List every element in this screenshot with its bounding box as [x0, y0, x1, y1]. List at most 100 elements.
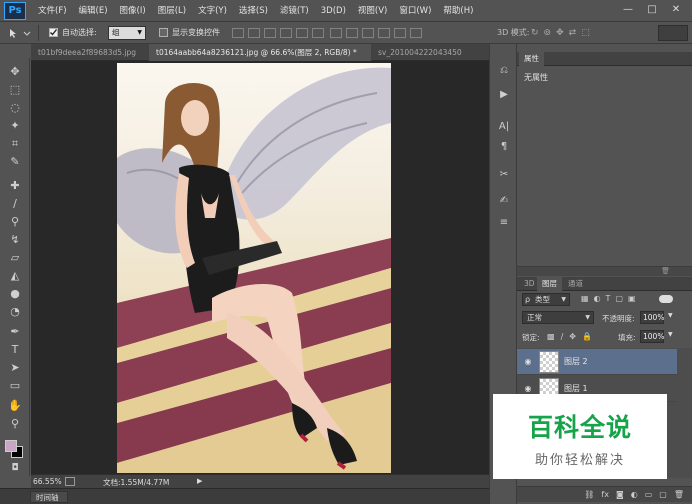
path-selection-icon[interactable]: ➤ — [7, 360, 23, 376]
magic-wand-icon[interactable]: ✦ — [7, 118, 23, 134]
distribute-hcenter-icon[interactable] — [394, 28, 406, 38]
healing-brush-icon[interactable]: ✚ — [7, 178, 23, 194]
menu-view[interactable]: 视图(V) — [352, 0, 393, 22]
menu-window[interactable]: 窗口(W) — [393, 0, 437, 22]
zoom-readout[interactable]: 66.55% — [33, 477, 62, 486]
align-top-icon[interactable] — [232, 28, 244, 38]
eraser-tool-icon[interactable]: ▱ — [7, 250, 23, 266]
link-layers-icon[interactable]: ⛓ — [584, 490, 594, 499]
eyedropper-icon[interactable]: ✎ — [7, 154, 23, 170]
menu-layer[interactable]: 图层(L) — [152, 0, 192, 22]
3d-roll-icon[interactable]: ⊚ — [544, 28, 552, 38]
brush-panel-icon[interactable]: ✍ — [497, 194, 511, 208]
tab-layers[interactable]: 图层 — [537, 277, 562, 291]
layer-style-icon[interactable]: fx — [601, 490, 609, 499]
marquee-tool-icon[interactable]: ⬚ — [7, 82, 23, 98]
opacity-field[interactable]: 100% — [640, 311, 664, 324]
crop-tool-icon[interactable]: ⌗ — [7, 136, 23, 152]
new-layer-icon[interactable]: ▢ — [659, 490, 667, 499]
layer-row-2[interactable]: ◉ 图层 2 — [517, 349, 677, 375]
transform-controls-checkbox[interactable] — [159, 28, 168, 37]
menu-file[interactable]: 文件(F) — [32, 0, 73, 22]
adjustments-panel-icon[interactable]: ≡ — [497, 216, 511, 230]
type-tool-icon[interactable]: T — [7, 342, 23, 358]
lock-pixels-icon[interactable]: ∕ — [561, 332, 564, 341]
shape-tool-icon[interactable]: ▭ — [7, 378, 23, 394]
hand-tool-icon[interactable]: ✋ — [7, 398, 23, 414]
trash-icon[interactable]: 🗑 — [661, 267, 670, 275]
clone-stamp-icon[interactable]: ⚲ — [7, 214, 23, 230]
filter-type-icon[interactable]: T — [606, 294, 611, 303]
3d-pan-icon[interactable]: ✥ — [556, 28, 564, 38]
character-panel-icon[interactable]: A| — [497, 120, 511, 134]
auto-select-dropdown[interactable]: 组 ▼ — [108, 26, 146, 40]
3d-scale-icon[interactable]: ⬚ — [581, 28, 590, 38]
lock-transparent-icon[interactable]: ▩ — [547, 332, 555, 341]
paragraph-panel-icon[interactable]: ¶ — [497, 140, 511, 154]
status-arrow-icon[interactable]: ▶ — [197, 477, 202, 485]
filter-shape-icon[interactable]: ▢ — [615, 294, 623, 303]
menu-type[interactable]: 文字(Y) — [192, 0, 233, 22]
align-right-icon[interactable] — [312, 28, 324, 38]
export-icon[interactable] — [65, 477, 75, 486]
eye-icon[interactable]: ◉ — [523, 357, 533, 367]
menu-image[interactable]: 图像(I) — [114, 0, 152, 22]
opacity-chevron-icon[interactable]: ▼ — [668, 312, 673, 319]
distribute-bottom-icon[interactable] — [362, 28, 374, 38]
menu-select[interactable]: 选择(S) — [233, 0, 274, 22]
delete-layer-icon[interactable]: 🗑 — [674, 490, 684, 499]
menu-3d[interactable]: 3D(D) — [315, 0, 352, 22]
doc-tab-3[interactable]: sv_201004222043450 — [371, 44, 489, 61]
actions-panel-icon[interactable]: ▶ — [497, 88, 511, 102]
brush-tool-icon[interactable]: ∕ — [7, 196, 23, 212]
lock-position-icon[interactable]: ✥ — [569, 332, 576, 341]
pen-tool-icon[interactable]: ✒ — [7, 324, 23, 340]
new-adjustment-icon[interactable]: ◐ — [631, 490, 638, 499]
auto-select-checkbox[interactable] — [49, 28, 58, 37]
workspace-switcher[interactable] — [658, 25, 688, 41]
align-bottom-icon[interactable] — [264, 28, 276, 38]
menu-help[interactable]: 帮助(H) — [437, 0, 479, 22]
align-vcenter-icon[interactable] — [248, 28, 260, 38]
minimize-button[interactable]: — — [618, 2, 638, 18]
history-brush-icon[interactable]: ↯ — [7, 232, 23, 248]
move-tool-icon[interactable]: ✥ — [7, 64, 23, 80]
filter-smart-icon[interactable]: ▣ — [628, 294, 636, 303]
3d-rotate-icon[interactable]: ↻ — [531, 28, 539, 38]
3d-slide-icon[interactable]: ⇄ — [569, 28, 577, 38]
doc-tab-2[interactable]: t0164aabb64a8236121.jpg @ 66.6%(图层 2, RG… — [149, 44, 371, 61]
filter-toggle[interactable] — [659, 295, 673, 303]
tab-properties[interactable]: 属性 — [519, 52, 544, 66]
quick-mask-icon[interactable]: ◘ — [7, 460, 23, 476]
align-left-icon[interactable] — [280, 28, 292, 38]
fill-field[interactable]: 100% — [640, 330, 664, 343]
document-image[interactable] — [117, 63, 391, 473]
lock-all-icon[interactable]: 🔒 — [582, 332, 592, 341]
filter-pixel-icon[interactable]: ▦ — [581, 294, 589, 303]
tool-presets-icon[interactable]: ✂ — [497, 168, 511, 182]
dodge-tool-icon[interactable]: ◔ — [7, 304, 23, 320]
canvas-area[interactable] — [31, 61, 489, 474]
distribute-vcenter-icon[interactable] — [346, 28, 358, 38]
eye-icon[interactable]: ◉ — [523, 384, 533, 394]
doc-tab-1[interactable]: t01bf9deea2f89683d5.jpg — [31, 44, 149, 61]
align-hcenter-icon[interactable] — [296, 28, 308, 38]
layer-name[interactable]: 图层 2 — [564, 349, 588, 375]
layer-filter-dropdown[interactable]: ρ 类型 ▼ — [522, 293, 570, 306]
move-tool-preset-icon[interactable] — [8, 27, 34, 39]
blend-mode-dropdown[interactable]: 正常 ▼ — [522, 311, 594, 324]
filter-adjustment-icon[interactable]: ◐ — [594, 294, 601, 303]
timeline-tab[interactable]: 时间轴 — [30, 491, 68, 503]
fill-chevron-icon[interactable]: ▼ — [668, 331, 673, 338]
distribute-right-icon[interactable] — [410, 28, 422, 38]
zoom-tool-icon[interactable]: ⚲ — [7, 416, 23, 432]
blur-tool-icon[interactable]: ● — [7, 286, 23, 302]
menu-filter[interactable]: 滤镜(T) — [274, 0, 315, 22]
new-group-icon[interactable]: ▭ — [645, 490, 653, 499]
tab-channels[interactable]: 通道 — [563, 277, 588, 291]
distribute-top-icon[interactable] — [330, 28, 342, 38]
menu-edit[interactable]: 编辑(E) — [73, 0, 114, 22]
distribute-left-icon[interactable] — [378, 28, 390, 38]
lasso-tool-icon[interactable]: ◌ — [7, 100, 23, 116]
history-panel-icon[interactable]: ⎌ — [497, 64, 511, 78]
